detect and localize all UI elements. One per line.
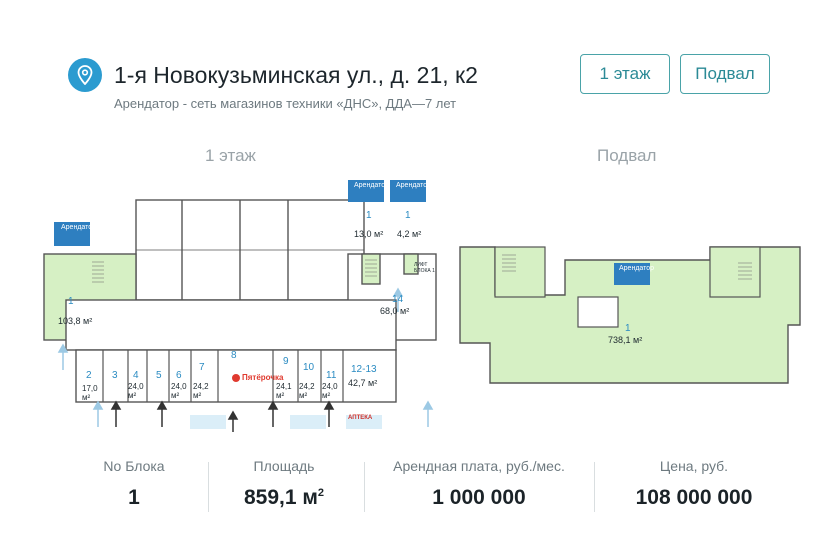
room-no: 5 [156, 370, 162, 381]
room-no: 9 [283, 356, 289, 367]
basement-plan-title: Подвал [597, 146, 657, 165]
room-area: 24,0 м² [322, 382, 338, 400]
room-no: 1 [68, 296, 74, 307]
room-no: 8 [231, 350, 237, 361]
area-sup: 2 [317, 487, 325, 499]
room-no: 1 [625, 323, 631, 334]
floor1-plan-title: 1 этаж [205, 146, 256, 165]
stat-value: 1 000 000 [432, 486, 526, 509]
stat-label: Площадь [253, 458, 315, 474]
address-title: 1-я Новокузьминская ул., д. 21, к2 [114, 62, 478, 88]
room-area: 24,2 м² [193, 382, 209, 400]
basement-plan-drawing [459, 246, 801, 384]
room-area: 68,0 м² [380, 306, 410, 316]
room-area: 17,0 м² [82, 384, 98, 402]
tenant-subtitle: Арендатор - сеть магазинов техники «ДНС»… [114, 96, 457, 111]
tenant-badge-r1: Арендатор [354, 182, 390, 189]
stat-label: No Блока [103, 458, 165, 474]
room-no: 11 [326, 370, 337, 381]
room-no: 7 [199, 362, 205, 373]
room-no: 14 [392, 294, 404, 305]
room-area: 42,7 м² [348, 378, 378, 388]
stat-block-no: No Блока 1 [94, 458, 174, 518]
stat-value: 108 000 000 [635, 486, 753, 509]
room-area: 24,2 м² [299, 382, 315, 400]
room-area: 24,0 м² [171, 382, 187, 400]
room-no: 10 [303, 362, 315, 373]
stat-area: Площадь 859,1 м2 [224, 458, 344, 518]
area-value: 859,1 м [243, 486, 318, 509]
room-no: 1 [366, 210, 372, 221]
room-no: 3 [112, 370, 118, 381]
tenant-badge-r2: Арендатор [396, 182, 432, 189]
divider [364, 462, 365, 512]
room-area: 24,1 м² [276, 382, 292, 400]
room-area: 4,2 м² [397, 229, 422, 239]
divider [208, 462, 209, 512]
lift-label: ЛИФТ БЛОКА 1 [414, 262, 435, 274]
basement-plan[interactable]: Арендатор 1 738,1 м² [450, 235, 820, 385]
tenant-badge-basement: Арендатор [619, 265, 655, 272]
divider [594, 462, 595, 512]
stats-bar: No Блока 1 Площадь 859,1 м2 Арендная пла… [24, 458, 820, 518]
room-area: 13,0 м² [354, 229, 384, 239]
room-no: 1 [405, 210, 411, 221]
room-no: 4 [133, 370, 139, 381]
location-pin-icon [68, 58, 102, 92]
stat-price: Цена, руб. 108 000 000 [604, 458, 784, 518]
stat-value: 859,1 м2 [224, 486, 344, 510]
stat-label: Арендная плата, руб./мес. [393, 458, 565, 474]
apteka-label: АПТЕКА [348, 415, 373, 421]
tenant-badge-left: Арендатор [61, 224, 97, 231]
room-area: 738,1 м² [608, 335, 643, 345]
page-header: 1-я Новокузьминская ул., д. 21, к2 Аренд… [68, 54, 828, 118]
room-area: 103,8 м² [58, 316, 93, 326]
room-no: 6 [176, 370, 182, 381]
room-no: 2 [86, 370, 92, 381]
stat-rent: Арендная плата, руб./мес. 1 000 000 [379, 458, 579, 518]
floor1-button[interactable]: 1 этаж [580, 54, 670, 94]
pyaterochka-label: Пятёрочка [242, 373, 284, 382]
stat-label: Цена, руб. [659, 458, 729, 474]
room-area: 24,0 м² [128, 382, 144, 400]
basement-button[interactable]: Подвал [680, 54, 770, 94]
room-no: 12-13 [351, 364, 377, 375]
floor1-plan[interactable]: Арендатор Арендатор Арендатор 1 103,8 м²… [28, 172, 438, 437]
stat-value: 1 [128, 486, 140, 509]
